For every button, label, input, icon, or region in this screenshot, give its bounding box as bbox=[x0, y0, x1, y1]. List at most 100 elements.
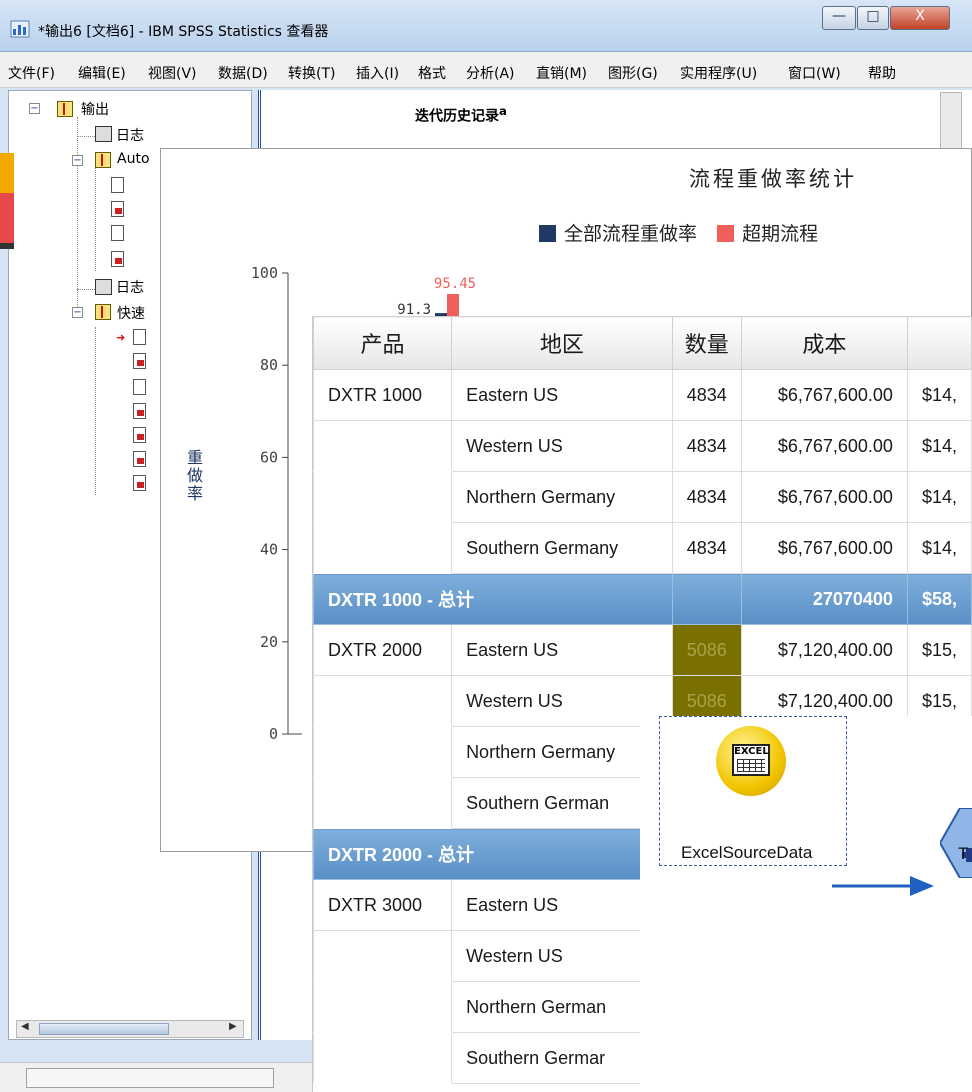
subtotal-revenue[interactable]: $58, bbox=[906, 573, 972, 625]
outline-quick[interactable]: 快速 bbox=[117, 303, 145, 323]
menu-insert[interactable]: 插入(I) bbox=[356, 63, 399, 83]
cost-cell[interactable]: $6,767,600.00 bbox=[740, 471, 908, 523]
output-book-icon bbox=[57, 101, 73, 117]
text-doc-icon bbox=[133, 379, 146, 395]
region-cell[interactable]: Western US bbox=[451, 420, 673, 472]
table-header-row: 产品 地区 数量 成本 bbox=[313, 316, 972, 370]
menu-data[interactable]: 数据(D) bbox=[218, 63, 268, 83]
table-row: Southern Germany 4834 $6,767,600.00 $14, bbox=[313, 522, 972, 574]
quantity-cell[interactable]: 4834 bbox=[671, 369, 742, 421]
excel-source-node[interactable]: EXCEL ExcelSourceData bbox=[659, 716, 847, 866]
revenue-cell[interactable]: $14, bbox=[906, 471, 972, 523]
revenue-cell[interactable]: $14, bbox=[906, 369, 972, 421]
product-cell[interactable] bbox=[313, 522, 453, 574]
menu-help[interactable]: 帮助 bbox=[868, 63, 896, 83]
table-row: DXTR 1000 Eastern US 4834 $6,767,600.00 $14, bbox=[313, 369, 972, 421]
subtotal-label[interactable]: DXTR 2000 - 总计 bbox=[313, 828, 673, 880]
quantity-cell[interactable]: 4834 bbox=[671, 522, 742, 574]
background-window-fragment bbox=[0, 153, 14, 249]
header-revenue[interactable] bbox=[906, 316, 972, 370]
header-region[interactable]: 地区 bbox=[451, 316, 673, 370]
region-cell[interactable]: Northern Germany bbox=[451, 471, 673, 523]
cost-cell[interactable]: $6,767,600.00 bbox=[740, 420, 908, 472]
product-cell[interactable] bbox=[313, 1032, 453, 1084]
y-tick-label: 80 bbox=[260, 356, 278, 374]
header-product[interactable]: 产品 bbox=[313, 316, 453, 370]
menu-direct-marketing[interactable]: 直销(M) bbox=[536, 63, 587, 83]
table-doc-icon bbox=[111, 251, 124, 267]
table-row: Northern Germany 4834 $6,767,600.00 $14, bbox=[313, 471, 972, 523]
tree-connector bbox=[77, 136, 95, 137]
product-cell[interactable] bbox=[313, 930, 453, 982]
collapse-quick-icon[interactable]: − bbox=[72, 307, 83, 318]
notes-doc-icon bbox=[133, 329, 146, 345]
scroll-left-icon[interactable]: ◀ bbox=[21, 1021, 29, 1032]
next-node-icon[interactable] bbox=[940, 808, 972, 878]
subtotal-label[interactable]: DXTR 1000 - 总计 bbox=[313, 573, 673, 625]
header-quantity[interactable]: 数量 bbox=[671, 316, 742, 370]
tree-connector bbox=[77, 117, 78, 307]
cost-cell[interactable]: $6,767,600.00 bbox=[740, 522, 908, 574]
cost-cell[interactable]: $7,120,400.00 bbox=[740, 624, 908, 676]
menu-utilities[interactable]: 实用程序(U) bbox=[680, 63, 757, 83]
product-cell[interactable] bbox=[313, 471, 453, 523]
subtotal-blank[interactable] bbox=[671, 573, 742, 625]
close-button[interactable]: X bbox=[890, 6, 950, 30]
outline-log[interactable]: 日志 bbox=[116, 125, 144, 145]
menu-analyze[interactable]: 分析(A) bbox=[466, 63, 515, 83]
collapse-root-icon[interactable]: − bbox=[29, 103, 40, 114]
tree-connector bbox=[95, 163, 96, 271]
collapse-auto-icon[interactable]: − bbox=[72, 155, 83, 166]
table-row: DXTR 2000 Eastern US 5086 $7,120,400.00 $15, bbox=[313, 624, 972, 676]
product-cell[interactable]: DXTR 2000 bbox=[313, 624, 453, 676]
product-cell[interactable] bbox=[313, 726, 453, 778]
menu-window[interactable]: 窗口(W) bbox=[788, 63, 841, 83]
revenue-cell[interactable]: $14, bbox=[906, 420, 972, 472]
menu-file[interactable]: 文件(F) bbox=[8, 63, 55, 83]
quick-book-icon bbox=[95, 304, 111, 320]
header-cost[interactable]: 成本 bbox=[740, 316, 908, 370]
revenue-cell[interactable]: $15, bbox=[906, 624, 972, 676]
modeler-stream-canvas: EXCEL ExcelSourceData T bbox=[640, 716, 972, 1092]
product-cell[interactable] bbox=[313, 981, 453, 1033]
outline-log-2[interactable]: 日志 bbox=[116, 277, 144, 297]
menu-format[interactable]: 格式 bbox=[418, 63, 446, 83]
auto-book-icon bbox=[95, 152, 111, 168]
log-icon bbox=[95, 126, 112, 142]
menu-edit[interactable]: 编辑(E) bbox=[78, 63, 126, 83]
outline-horizontal-scrollbar[interactable]: ◀ ▶ bbox=[16, 1020, 244, 1038]
region-cell[interactable]: Eastern US bbox=[451, 624, 673, 676]
cost-cell[interactable]: $6,767,600.00 bbox=[740, 369, 908, 421]
outline-root[interactable]: 输出 bbox=[81, 99, 109, 119]
product-cell[interactable] bbox=[313, 420, 453, 472]
subtotal-quantity[interactable]: 27070400 bbox=[740, 573, 908, 625]
revenue-cell[interactable]: $14, bbox=[906, 522, 972, 574]
current-item-arrow-icon: ➜ bbox=[116, 331, 126, 344]
region-cell[interactable]: Southern Germany bbox=[451, 522, 673, 574]
notes-doc-icon bbox=[111, 177, 124, 193]
quantity-cell[interactable]: 4834 bbox=[671, 420, 742, 472]
scroll-thumb[interactable] bbox=[39, 1023, 169, 1035]
minimize-icon: — bbox=[832, 8, 846, 24]
menu-transform[interactable]: 转换(T) bbox=[288, 63, 335, 83]
table-doc-icon bbox=[133, 451, 146, 467]
region-cell[interactable]: Eastern US bbox=[451, 369, 673, 421]
maximize-icon: □ bbox=[866, 8, 880, 24]
menu-view[interactable]: 视图(V) bbox=[148, 63, 197, 83]
product-cell[interactable] bbox=[313, 675, 453, 727]
y-tick-label: 20 bbox=[260, 633, 278, 651]
footnote-marker: a bbox=[499, 104, 507, 118]
quantity-cell[interactable]: 4834 bbox=[671, 471, 742, 523]
y-tick-label: 60 bbox=[260, 448, 278, 466]
minimize-button[interactable]: — bbox=[822, 6, 856, 30]
outline-auto[interactable]: Auto bbox=[117, 151, 150, 167]
product-cell[interactable]: DXTR 1000 bbox=[313, 369, 453, 421]
product-cell[interactable]: DXTR 3000 bbox=[313, 879, 453, 931]
menu-graphs[interactable]: 图形(G) bbox=[608, 63, 658, 83]
tree-connector bbox=[77, 289, 95, 290]
product-cell[interactable] bbox=[313, 777, 453, 829]
y-tick-label: 100 bbox=[251, 264, 278, 282]
maximize-button[interactable]: □ bbox=[857, 6, 889, 30]
quantity-cell[interactable]: 5086 bbox=[671, 624, 742, 676]
scroll-right-icon[interactable]: ▶ bbox=[229, 1021, 237, 1032]
